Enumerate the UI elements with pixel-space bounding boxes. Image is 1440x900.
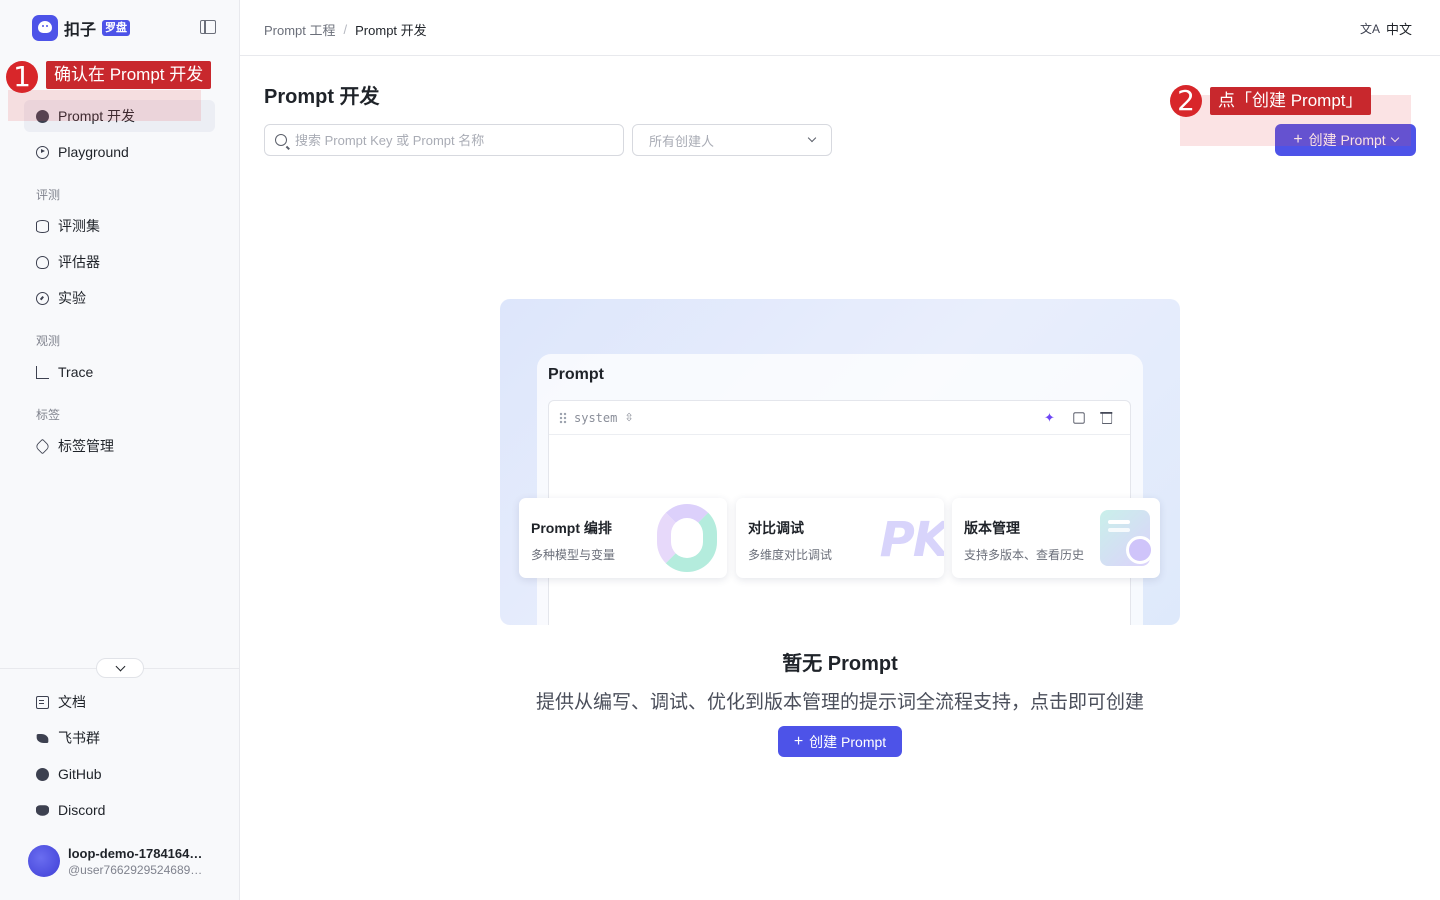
- logo-icon: [32, 15, 58, 41]
- empty-create-prompt-button[interactable]: + 创建 Prompt: [778, 726, 902, 757]
- trace-icon: [36, 365, 49, 379]
- feishu-icon: [36, 733, 49, 743]
- translate-icon: 文A: [1359, 22, 1380, 36]
- annotation-label-1: 确认在 Prompt 开发: [46, 61, 212, 89]
- tag-icon: [34, 438, 51, 454]
- sidebar: 扣子 罗盘 Prompt 开发 Playground 评测 评测集 评估器 实验…: [0, 0, 240, 900]
- sort-icon: ⇳: [624, 412, 634, 424]
- search-icon: [275, 134, 287, 146]
- breadcrumb-current: Prompt 开发: [355, 23, 427, 38]
- empty-state-subtitle: 提供从编写、调试、优化到版本管理的提示词全流程支持，点击即可创建: [535, 692, 1144, 713]
- annotation-number-1: 1: [6, 61, 38, 93]
- play-icon: [36, 145, 49, 159]
- breadcrumb-separator: /: [343, 22, 348, 37]
- user-profile[interactable]: loop-demo-1784164… @user7662929524689…: [28, 845, 210, 877]
- plus-icon: +: [793, 732, 804, 750]
- illustration-prompt-card: Prompt system ⇳ ✦: [537, 354, 1143, 625]
- logo-text: 扣子: [64, 22, 97, 39]
- search-box[interactable]: [264, 124, 624, 156]
- user-name: loop-demo-1784164…: [68, 845, 203, 861]
- discord-icon: [36, 804, 49, 816]
- bulb-icon: [36, 255, 49, 269]
- sidebar-item-evaluators[interactable]: 评估器: [24, 246, 215, 278]
- logo-badge: 罗盘: [102, 20, 131, 36]
- sidebar-item-tag-management[interactable]: 标签管理: [24, 430, 215, 462]
- sidebar-item-label: 标签管理: [58, 438, 114, 454]
- sidebar-item-label: Trace: [58, 364, 94, 380]
- annotation-highlight-1: [8, 90, 201, 121]
- empty-create-prompt-label: 创建 Prompt: [809, 733, 887, 750]
- creator-select[interactable]: 所有创建人: [632, 124, 832, 156]
- sidebar-item-label: 评估器: [58, 254, 100, 270]
- sidebar-collapse-icon[interactable]: [200, 20, 216, 34]
- orchestration-art-icon: [657, 504, 717, 572]
- creator-select-value: 所有创建人: [649, 133, 715, 149]
- user-handle: @user7662929524689…: [68, 862, 203, 877]
- message-tools: ✦: [1044, 411, 1114, 425]
- sidebar-link-label: 飞书群: [58, 730, 100, 746]
- sidebar-link-discord[interactable]: Discord: [24, 794, 215, 826]
- sidebar-item-eval-sets[interactable]: 评测集: [24, 210, 215, 242]
- github-icon: [36, 767, 49, 781]
- annotation-label-2: 点「创建 Prompt」: [1210, 87, 1371, 115]
- section-label-observe: 观测: [36, 334, 61, 348]
- empty-illustration: Prompt system ⇳ ✦ Prompt 编排 多种模型与变量 PK 对…: [500, 299, 1180, 625]
- language-label: 中文: [1385, 22, 1412, 37]
- pk-art-icon: PK: [879, 512, 944, 568]
- feature-card-versions: 版本管理 支持多版本、查看历史: [952, 498, 1160, 578]
- magic-icon: ✦: [1044, 410, 1055, 425]
- gauge-icon: [36, 291, 49, 305]
- role-label: system: [574, 410, 618, 425]
- breadcrumb-item[interactable]: Prompt 工程: [264, 20, 336, 39]
- language-switcher[interactable]: 文A 中文: [1360, 19, 1412, 38]
- database-icon: [36, 219, 49, 233]
- feature-card-orchestration: Prompt 编排 多种模型与变量: [519, 498, 727, 578]
- avatar: [28, 845, 60, 877]
- section-label-tags: 标签: [36, 408, 61, 422]
- empty-state-title: 暂无 Prompt: [782, 653, 898, 675]
- chevron-down-icon: [807, 133, 817, 143]
- page-title: Prompt 开发: [264, 86, 380, 108]
- illustration-message-header: system ⇳: [549, 401, 1130, 435]
- sidebar-link-label: GitHub: [58, 766, 102, 782]
- sidebar-item-trace[interactable]: Trace: [24, 356, 215, 388]
- sidebar-item-label: 实验: [58, 290, 86, 306]
- search-input[interactable]: [295, 132, 605, 148]
- sidebar-link-label: Discord: [58, 802, 106, 818]
- feature-card-compare: PK 对比调试 多维度对比调试: [736, 498, 944, 578]
- trash-icon: [1100, 412, 1113, 424]
- sidebar-link-github[interactable]: GitHub: [24, 758, 215, 790]
- sidebar-link-feishu[interactable]: 飞书群: [24, 722, 215, 754]
- illustration-card-title: Prompt: [548, 366, 604, 383]
- breadcrumb: Prompt 工程 / Prompt 开发: [264, 20, 427, 39]
- top-bar: Prompt 工程 / Prompt 开发 文A 中文: [240, 0, 1440, 56]
- sidebar-item-label: 评测集: [58, 218, 100, 234]
- copy-icon: [1073, 412, 1085, 424]
- sidebar-item-label: Playground: [58, 144, 129, 160]
- annotation-number-2: 2: [1170, 85, 1202, 117]
- section-label-eval: 评测: [36, 188, 61, 202]
- version-art-icon: [1100, 510, 1154, 566]
- sidebar-item-experiments[interactable]: 实验: [24, 282, 215, 314]
- app-logo[interactable]: 扣子 罗盘: [32, 15, 131, 41]
- sidebar-item-playground[interactable]: Playground: [24, 136, 215, 168]
- drag-handle-icon: [559, 411, 567, 424]
